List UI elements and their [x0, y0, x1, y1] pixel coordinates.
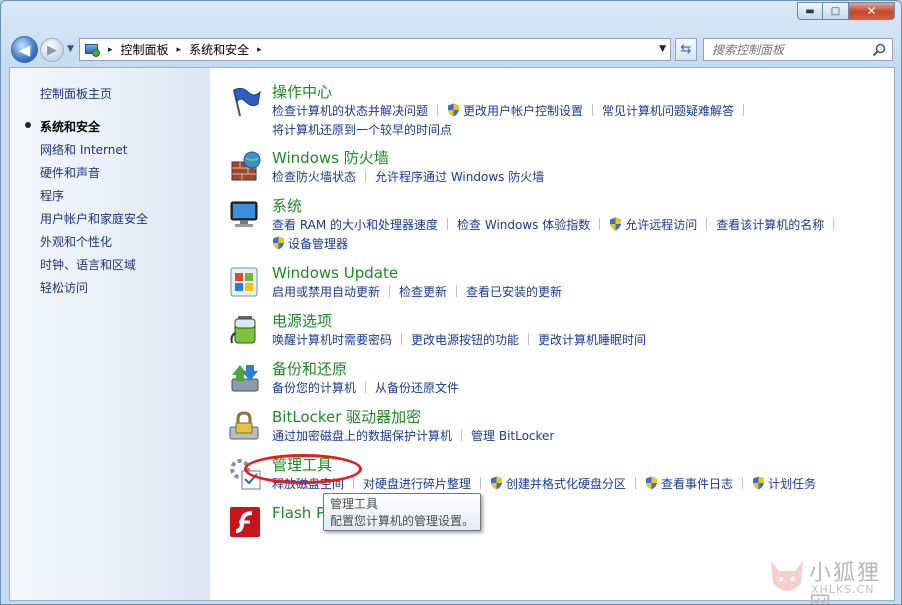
search-box [703, 38, 893, 61]
watermark-text: 小狐狸网 [809, 561, 882, 604]
uac-shield-icon [491, 476, 503, 490]
flash-icon [230, 507, 260, 537]
category-title[interactable]: 备份和还原 [272, 359, 888, 379]
category-bitlocker: BitLocker 驱动器加密 通过加密磁盘上的数据保护计算机 管理 BitLoc… [228, 407, 888, 455]
watermark-subtext: XHLKS.CN [811, 583, 875, 596]
tooltip: 管理工具 配置您计算机的管理设置。 [323, 493, 481, 531]
link-check-status[interactable]: 检查计算机的状态并解决问题 [272, 104, 428, 118]
link-task-scheduler[interactable]: 计划任务 [768, 477, 816, 491]
uac-shield-icon [448, 103, 460, 117]
link-device-manager[interactable]: 设备管理器 [288, 237, 348, 251]
sidebar-item-system-security[interactable]: 系统和安全 [24, 118, 148, 141]
category-backup: 备份和还原 备份您的计算机 从备份还原文件 [228, 359, 888, 407]
link-partition[interactable]: 创建并格式化硬盘分区 [506, 477, 626, 491]
back-button[interactable]: ◀ [11, 36, 38, 63]
link-ram-processor[interactable]: 查看 RAM 的大小和处理器速度 [272, 218, 438, 232]
category-action-center: 操作中心 检查计算机的状态并解决问题 更改用户帐户控制设置 常见计算机问题疑难解答 … [228, 82, 888, 148]
windows-update-icon [230, 267, 258, 297]
category-title[interactable]: Windows 防火墙 [272, 148, 888, 168]
link-backup-computer[interactable]: 备份您的计算机 [272, 381, 356, 395]
link-troubleshoot[interactable]: 常见计算机问题疑难解答 [602, 104, 734, 118]
category-title[interactable]: 电源选项 [272, 311, 888, 331]
link-auto-update[interactable]: 启用或禁用自动更新 [272, 285, 380, 299]
sidebar-item-user-accounts[interactable]: 用户帐户和家庭安全 [40, 210, 148, 233]
maximize-button[interactable]: □ [823, 2, 849, 20]
fox-logo-icon [771, 561, 803, 591]
sidebar: 控制面板主页 系统和安全 网络和 Internet 硬件和声音 程序 用户帐户和… [10, 68, 210, 600]
sidebar-item-clock-region[interactable]: 时钟、语言和区域 [40, 256, 148, 279]
link-power-button[interactable]: 更改电源按钮的功能 [411, 333, 519, 347]
caption-buttons: ▬ □ ✕ [797, 2, 895, 20]
link-manage-bitlocker[interactable]: 管理 BitLocker [471, 429, 554, 443]
sidebar-list: 系统和安全 网络和 Internet 硬件和声音 程序 用户帐户和家庭安全 外观… [24, 118, 148, 302]
recent-pages-dropdown[interactable]: ▼ [67, 44, 74, 54]
sidebar-item-appearance[interactable]: 外观和个性化 [40, 233, 148, 256]
tooltip-title: 管理工具 [330, 497, 379, 511]
lock-drive-icon [229, 411, 259, 440]
address-history-dropdown[interactable]: ▼ [659, 44, 666, 54]
search-icon[interactable] [872, 43, 886, 57]
control-panel-window: ▬ □ ✕ ◀ ▶ ▼ ▸ 控制面板 ▸ 系统和安全 ▸ ▼ ⇆ 控制面板主页 [0, 0, 902, 605]
uac-shield-icon [646, 476, 658, 490]
link-firewall-status[interactable]: 检查防火墙状态 [272, 170, 356, 184]
crumb-arrow-icon[interactable]: ▸ [177, 45, 182, 55]
category-system: 系统 查看 RAM 的大小和处理器速度 检查 Windows 体验指数 允许远程访问… [228, 196, 888, 263]
link-sleep-time[interactable]: 更改计算机睡眠时间 [538, 333, 646, 347]
link-experience-index[interactable]: 检查 Windows 体验指数 [457, 218, 590, 232]
refresh-button[interactable]: ⇆ [675, 38, 697, 61]
category-list: 操作中心 检查计算机的状态并解决问题 更改用户帐户控制设置 常见计算机问题疑难解答 … [228, 82, 888, 549]
link-event-log[interactable]: 查看事件日志 [661, 477, 733, 491]
category-title[interactable]: 操作中心 [272, 82, 888, 102]
uac-shield-icon [610, 217, 622, 231]
crumb-arrow-icon[interactable]: ▸ [108, 45, 113, 55]
breadcrumb-system-security[interactable]: 系统和安全 [189, 41, 249, 58]
battery-icon [230, 316, 256, 344]
breadcrumb-control-panel[interactable]: 控制面板 [121, 41, 169, 58]
sidebar-item-hardware-sound[interactable]: 硬件和声音 [40, 164, 148, 187]
category-windows-update: Windows Update 启用或禁用自动更新 检查更新 查看已安装的更新 [228, 263, 888, 311]
link-remote-access[interactable]: 允许远程访问 [625, 218, 697, 232]
link-installed-updates[interactable]: 查看已安装的更新 [466, 285, 562, 299]
arrow-left-icon: ◀ [18, 40, 31, 59]
link-wake-password[interactable]: 唤醒计算机时需要密码 [272, 333, 392, 347]
refresh-icon: ⇆ [680, 42, 692, 57]
sidebar-item-network[interactable]: 网络和 Internet [40, 141, 148, 164]
navigation-bar: ◀ ▶ ▼ ▸ 控制面板 ▸ 系统和安全 ▸ ▼ ⇆ [9, 35, 893, 63]
sidebar-item-ease-of-access[interactable]: 轻松访问 [40, 279, 148, 302]
sidebar-home-link[interactable]: 控制面板主页 [40, 85, 112, 102]
link-computer-name[interactable]: 查看该计算机的名称 [716, 218, 824, 232]
category-firewall: Windows 防火墙 检查防火墙状态 允许程序通过 Windows 防火墙 [228, 148, 888, 196]
arrow-right-icon: ▶ [47, 42, 57, 58]
computer-icon [230, 201, 258, 227]
link-encrypt-disk[interactable]: 通过加密磁盘上的数据保护计算机 [272, 429, 452, 443]
link-system-restore[interactable]: 将计算机还原到一个较早的时间点 [272, 123, 452, 137]
control-panel-icon [84, 42, 102, 58]
category-title[interactable]: Windows Update [272, 263, 888, 283]
address-bar[interactable]: ▸ 控制面板 ▸ 系统和安全 ▸ ▼ [79, 38, 671, 61]
search-input[interactable] [712, 42, 872, 57]
admin-tools-icon [230, 459, 261, 490]
category-title[interactable]: 系统 [272, 196, 888, 216]
sidebar-item-programs[interactable]: 程序 [40, 187, 148, 210]
category-power: 电源选项 唤醒计算机时需要密码 更改电源按钮的功能 更改计算机睡眠时间 [228, 311, 888, 359]
link-disk-cleanup[interactable]: 释放磁盘空间 [272, 477, 344, 491]
category-title[interactable]: BitLocker 驱动器加密 [272, 407, 888, 427]
link-defragment[interactable]: 对硬盘进行碎片整理 [363, 477, 471, 491]
close-button[interactable]: ✕ [849, 2, 895, 20]
minimize-button[interactable]: ▬ [797, 2, 823, 20]
uac-shield-icon [273, 236, 284, 250]
watermark: 小狐狸网 XHLKS.CN [765, 553, 899, 604]
backup-icon [231, 365, 259, 392]
link-check-updates[interactable]: 检查更新 [399, 285, 447, 299]
category-title[interactable]: 管理工具 [272, 455, 888, 475]
link-allow-program[interactable]: 允许程序通过 Windows 防火墙 [375, 170, 544, 184]
firewall-icon [231, 151, 261, 181]
crumb-arrow-icon[interactable]: ▸ [257, 45, 262, 55]
tooltip-text: 配置您计算机的管理设置。 [330, 514, 475, 528]
uac-shield-icon [753, 476, 765, 490]
link-restore-files[interactable]: 从备份还原文件 [375, 381, 459, 395]
flag-icon [233, 87, 261, 117]
link-uac-settings[interactable]: 更改用户帐户控制设置 [463, 104, 583, 118]
forward-button[interactable]: ▶ [40, 38, 64, 62]
